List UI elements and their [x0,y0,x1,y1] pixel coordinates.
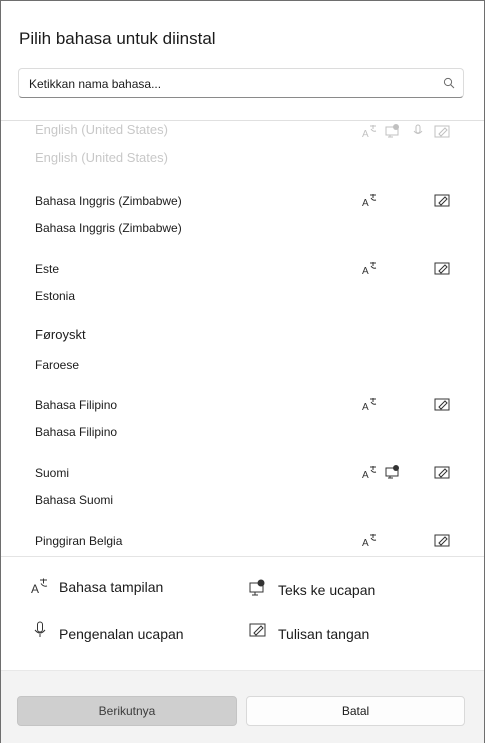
language-native-name: English (United States) [35,150,168,165]
language-name: Suomi [35,466,70,480]
language-row-english-zimbabwe[interactable]: Bahasa Inggris (Zimbabwe) Bahasa Inggris… [1,187,484,247]
language-name: Este [35,262,60,276]
search-icon[interactable] [443,77,455,89]
next-button[interactable]: Berikutnya [17,696,237,726]
handwriting-icon [434,398,450,411]
legend-divider [1,556,484,557]
microphone-icon [34,621,46,637]
dialog-title: Pilih bahasa untuk diinstal [19,29,216,48]
language-native-name: Faroese [35,358,80,372]
language-name: Bahasa Filipino [35,398,118,412]
language-native-name: Bahasa Filipino [35,425,118,439]
language-name: Pinggiran Belgia [35,534,123,548]
text-to-speech-icon [249,579,265,596]
legend-speech-recognition: Pengenalan ucapan [59,626,184,642]
handwriting-icon [434,534,450,547]
text-to-speech-icon [385,465,399,479]
legend-text-to-speech: Teks ke ucapan [278,582,376,598]
language-row-belgian-frontier[interactable]: Pinggiran Belgia A [1,527,484,555]
display-language-icon: A [362,398,377,411]
display-language-icon: A [362,194,377,207]
language-name: English (United States) [35,122,168,137]
display-language-icon: A [362,534,377,547]
handwriting-icon [434,125,450,138]
button-bar: Berikutnya Batal [1,670,484,743]
handwriting-icon [434,262,450,275]
handwriting-icon [249,623,266,637]
display-language-icon: A [31,578,48,595]
display-language-icon: A [362,262,377,275]
microphone-icon [413,124,423,134]
handwriting-icon [434,466,450,479]
language-list[interactable]: English (United States) English (United … [1,121,484,555]
language-row-faroese[interactable]: Føroyskt Faroese [1,321,484,381]
display-language-icon: A [362,466,377,479]
handwriting-icon [434,194,450,207]
legend-handwriting: Tulisan tangan [278,626,370,642]
text-to-speech-icon [385,124,399,138]
language-native-name: Bahasa Suomi [35,493,114,507]
svg-text:A: A [362,538,369,547]
display-language-icon: A [362,125,377,138]
language-row-english-us[interactable]: English (United States) English (United … [1,121,484,178]
svg-text:A: A [362,266,369,275]
svg-text:A: A [362,470,369,479]
search-placeholder: Ketikkan nama bahasa... [29,77,162,91]
cancel-button[interactable]: Batal [246,696,465,726]
svg-text:A: A [362,402,369,411]
language-install-dialog: Pilih bahasa untuk diinstal Ketikkan nam… [0,0,485,743]
language-name: Føroyskt [35,327,86,342]
language-search-input[interactable]: Ketikkan nama bahasa... [18,68,464,98]
language-native-name: Bahasa Inggris (Zimbabwe) [35,221,182,235]
language-row-estonian[interactable]: Este Estonia A [1,255,484,315]
svg-text:A: A [31,582,39,595]
legend-display-language: Bahasa tampilan [59,579,164,595]
language-native-name: Estonia [35,289,76,303]
svg-text:A: A [362,129,369,138]
language-row-filipino[interactable]: Bahasa Filipino Bahasa Filipino A [1,391,484,451]
language-name: Bahasa Inggris (Zimbabwe) [35,194,182,208]
language-row-finnish[interactable]: Suomi Bahasa Suomi A [1,459,484,519]
svg-text:A: A [362,198,369,207]
